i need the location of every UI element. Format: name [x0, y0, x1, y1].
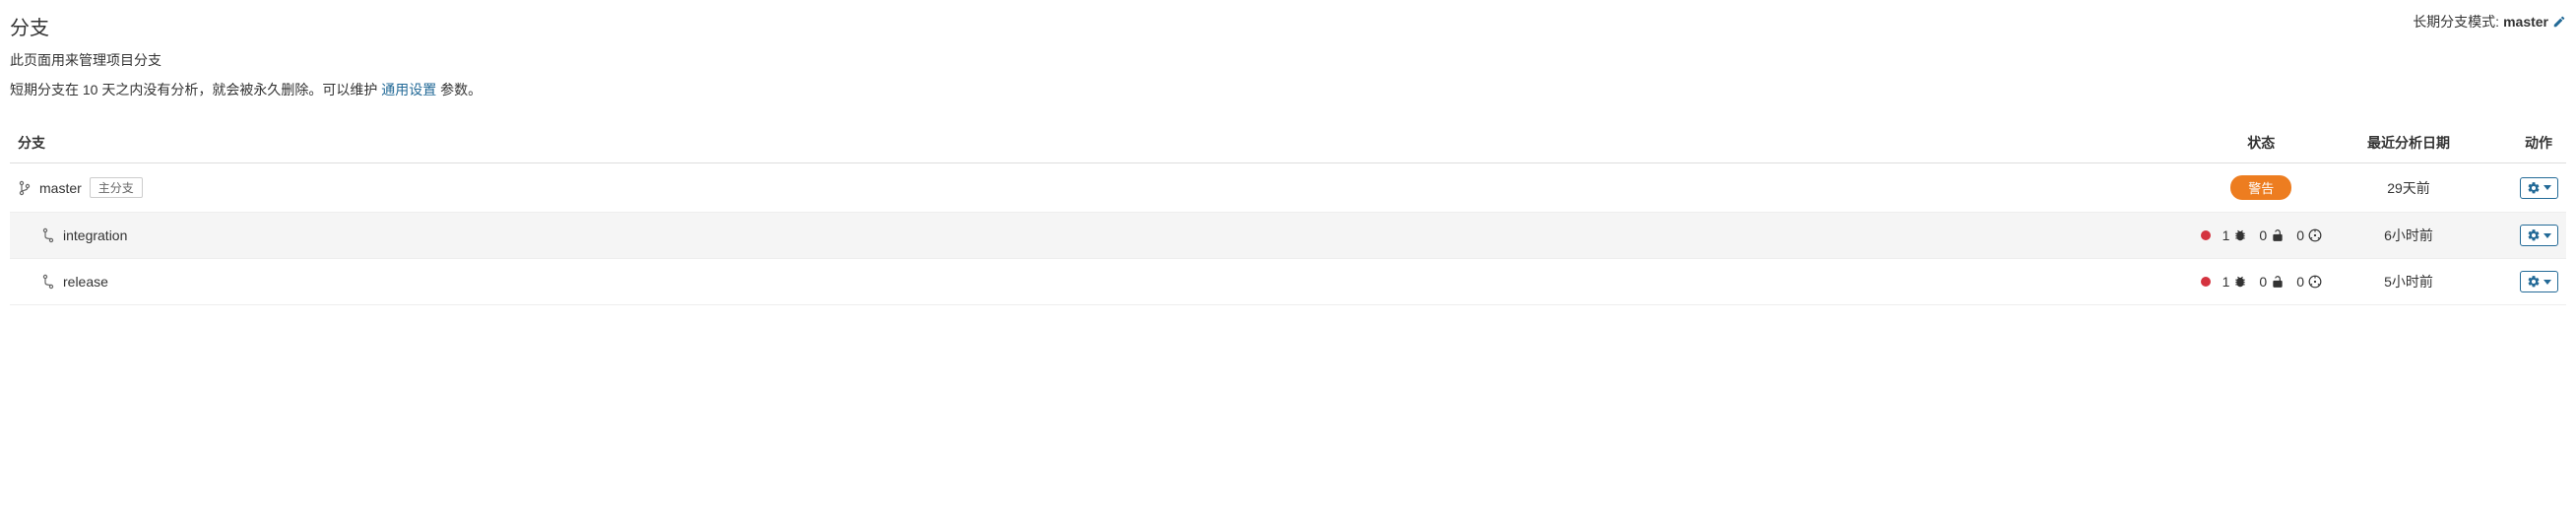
row-actions-button[interactable]: [2520, 225, 2558, 246]
last-analysis-date: 5小时前: [2330, 259, 2487, 305]
branch-long-icon: [18, 180, 32, 196]
branch-short-icon: [41, 227, 55, 243]
vulnerability-count: 0: [2259, 274, 2267, 290]
col-action-header: 动作: [2487, 123, 2566, 163]
chevron-down-icon: [2544, 185, 2551, 190]
bug-icon: [2233, 275, 2247, 289]
row-actions-button[interactable]: [2520, 271, 2558, 292]
quality-gate-failed-icon: [2201, 230, 2211, 240]
page-description: 短期分支在 10 天之内没有分析，就会被永久删除。可以维护 通用设置 参数。: [10, 80, 2566, 99]
code-smell-icon: [2308, 228, 2322, 242]
long-term-mode: 长期分支模式: master: [2413, 12, 2566, 32]
main-branch-badge: 主分支: [90, 177, 143, 198]
status-badge: 警告: [2230, 175, 2291, 200]
status-counts: 1 0 0: [2201, 227, 2322, 243]
branch-short-icon: [41, 274, 55, 290]
table-row: release 1 0: [10, 259, 2566, 305]
vulnerability-count: 0: [2259, 227, 2267, 243]
gear-icon: [2527, 275, 2541, 289]
code-smell-icon: [2308, 275, 2322, 289]
last-analysis-date: 29天前: [2330, 163, 2487, 213]
desc-prefix: 短期分支在 10 天之内没有分析，就会被永久删除。可以维护: [10, 82, 381, 97]
chevron-down-icon: [2544, 233, 2551, 238]
status-counts: 1 0 0: [2201, 274, 2322, 290]
general-settings-link[interactable]: 通用设置: [381, 82, 436, 97]
bug-count: 1: [2222, 227, 2230, 243]
pencil-icon[interactable]: [2552, 15, 2566, 29]
bug-icon: [2233, 228, 2247, 242]
page-subtitle: 此页面用来管理项目分支: [10, 50, 2566, 70]
quality-gate-failed-icon: [2201, 277, 2211, 287]
gear-icon: [2527, 228, 2541, 242]
branches-table: 分支 状态 最近分析日期 动作 master 主分支 警告 29天前: [10, 123, 2566, 305]
col-date-header: 最近分析日期: [2330, 123, 2487, 163]
code-smell-count: 0: [2296, 274, 2304, 290]
chevron-down-icon: [2544, 280, 2551, 285]
table-row: master 主分支 警告 29天前: [10, 163, 2566, 213]
code-smell-count: 0: [2296, 227, 2304, 243]
col-status-header: 状态: [2193, 123, 2330, 163]
desc-suffix: 参数。: [436, 82, 482, 97]
page-title: 分支: [10, 12, 49, 40]
bug-count: 1: [2222, 274, 2230, 290]
branch-name: master: [39, 180, 82, 196]
long-term-mode-label: 长期分支模式:: [2413, 12, 2499, 32]
lock-open-icon: [2271, 228, 2285, 242]
branch-name: integration: [63, 227, 127, 243]
table-row: integration 1 0: [10, 213, 2566, 259]
row-actions-button[interactable]: [2520, 177, 2558, 199]
branch-name: release: [63, 274, 108, 290]
col-branch-header: 分支: [10, 123, 2193, 163]
long-term-mode-value: master: [2503, 14, 2548, 30]
lock-open-icon: [2271, 275, 2285, 289]
gear-icon: [2527, 181, 2541, 195]
last-analysis-date: 6小时前: [2330, 213, 2487, 259]
